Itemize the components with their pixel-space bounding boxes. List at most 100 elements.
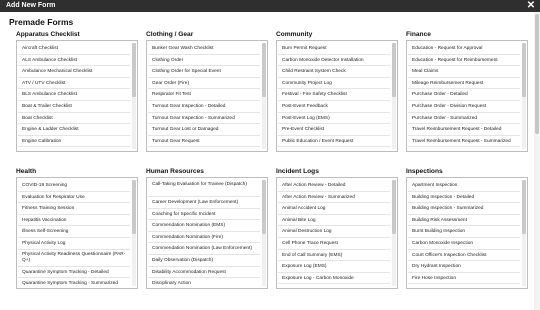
form-list-item[interactable]: Purchase Order - Division Request	[408, 101, 520, 113]
form-list-item[interactable]: Respirator Fit Test	[148, 89, 260, 101]
form-list-item[interactable]: Building Risk Assessment	[408, 215, 520, 227]
form-list-item[interactable]: Post-Event Feedback	[278, 101, 390, 113]
form-list-item[interactable]: Engine Calibration	[18, 136, 130, 148]
form-list-item[interactable]: ATV / UTV Checklist	[18, 78, 130, 90]
form-list-item[interactable]: Ambulance Mechanical Checklist	[18, 66, 130, 78]
form-list-item[interactable]: Animal Destruction Log	[278, 226, 390, 238]
form-list-item[interactable]: Daily Observation (Dispatch)	[148, 255, 260, 267]
form-list-item[interactable]: Clothing Order	[148, 55, 260, 67]
form-list-item[interactable]: Public Education / Event Request	[278, 136, 390, 148]
form-list-item[interactable]: Fitness Training Session	[18, 203, 130, 215]
form-list-item[interactable]: End of Call Summary (EMS)	[278, 250, 390, 262]
form-list-item[interactable]: Travel Reimbursement Request - Summarize…	[408, 136, 520, 148]
form-list-item[interactable]: Clothing Order for Special Event	[148, 66, 260, 78]
form-list-item[interactable]: Engine & Ladder Checklist	[18, 124, 130, 136]
form-list-item[interactable]: Hepatitis Vaccination	[18, 215, 130, 227]
form-list-item[interactable]: Dry Hydrant Inspection	[408, 261, 520, 273]
form-list-item[interactable]: Quarantine Symptom Tracking - Summarized	[18, 278, 130, 288]
form-list-item[interactable]: Education - Request for Reimbursement	[408, 55, 520, 67]
form-list-item[interactable]: Commendation Nomination (Law Enforcement…	[148, 243, 260, 255]
form-list-item[interactable]: Coaching for Specific Incident	[148, 209, 260, 221]
form-list-item[interactable]: Boat & Trailer Checklist	[18, 101, 130, 113]
category-title: Incident Logs	[276, 168, 319, 175]
form-list-item[interactable]: COVID-19 Screening	[18, 180, 130, 192]
form-list-item[interactable]: Animal Bite Log	[278, 215, 390, 227]
form-list-item[interactable]: Apartment Inspection	[408, 180, 520, 192]
form-listbox[interactable]: Bunker Gear Wash Checklist Clothing Order…	[146, 40, 268, 152]
listbox-scrollbar[interactable]	[392, 180, 396, 286]
form-list-item[interactable]: Meal Claims	[408, 66, 520, 78]
form-list-item[interactable]: Aircraft Checklist	[18, 43, 130, 55]
category-title: Community	[276, 31, 313, 38]
form-list-item[interactable]: Building Inspection - Detailed	[408, 192, 520, 204]
form-list-item[interactable]: Turnout Gear Lost or Damaged	[148, 124, 260, 136]
listbox-scrollbar[interactable]	[262, 43, 266, 149]
form-list-item[interactable]: Festival - Fire Safety Checklist	[278, 89, 390, 101]
form-list-item[interactable]: Community Project Log	[278, 78, 390, 90]
form-listbox[interactable]: Apartment Inspection Building Inspection …	[406, 177, 528, 289]
form-list-item[interactable]: Animal Accident Log	[278, 203, 390, 215]
page-scrollbar[interactable]	[534, 12, 540, 310]
form-list-item[interactable]: Carbon Monoxide Detector Installation	[278, 55, 390, 67]
form-listbox[interactable]: Burn Permit Request Carbon Monoxide Detec…	[276, 40, 398, 152]
form-listbox[interactable]: Aircraft Checklist ALS Ambulance Checklis…	[16, 40, 138, 152]
form-list-item[interactable]: Education - Request for Approval	[408, 43, 520, 55]
form-list-item[interactable]: Career Development (Law Enforcement)	[148, 197, 260, 209]
category-title: Inspections	[406, 168, 443, 175]
page-scrollbar-thumb[interactable]	[535, 14, 539, 134]
form-list-item[interactable]: Disciplinary Action	[148, 278, 260, 288]
form-list-item[interactable]: Pre-Event Checklist	[278, 124, 390, 136]
form-list-item[interactable]: Physical Activity Readiness Questionnair…	[18, 250, 130, 267]
form-list-item[interactable]: Child Restraint System Check	[278, 66, 390, 78]
form-list-item[interactable]: Commendation Nomination (Fire)	[148, 232, 260, 244]
form-category-section: Apparatus Checklist Aircraft Checklist ALS…	[16, 30, 138, 152]
form-list-item[interactable]: Travel Reimbursement Request - Detailed	[408, 124, 520, 136]
form-list-item[interactable]: Exposure Log (EMS)	[278, 261, 390, 273]
form-list-item[interactable]: Turnout Gear Inspection - Summarized	[148, 113, 260, 125]
listbox-scrollbar[interactable]	[522, 43, 526, 149]
form-list-item[interactable]: After Action Review - Summarized	[278, 192, 390, 204]
form-list-item[interactable]: Post-Event Log (EMS)	[278, 113, 390, 125]
form-list-item[interactable]: BLS Ambulance Checklist	[18, 89, 130, 101]
form-list-item[interactable]: Exposure Log - Carbon Monoxide	[278, 273, 390, 285]
form-list-item[interactable]: Mileage Reimbursement Request	[408, 78, 520, 90]
form-list-item[interactable]: Disability Accommodation Request	[148, 267, 260, 279]
form-list-item[interactable]: Carbon Monoxide Inspection	[408, 238, 520, 250]
form-list-item[interactable]: Boat Checklist	[18, 113, 130, 125]
listbox-scrollbar[interactable]	[262, 180, 266, 286]
form-listbox[interactable]: Call-Taking Evaluation for Trainee (Disp…	[146, 177, 268, 289]
form-list-item[interactable]: Purchase Order - Summarized	[408, 113, 520, 125]
form-list-item[interactable]: Turnout Gear Inspection - Detailed	[148, 101, 260, 113]
listbox-scrollbar[interactable]	[522, 180, 526, 286]
form-list-item[interactable]: ALS Ambulance Checklist	[18, 55, 130, 67]
form-list-item[interactable]: Evaluation for Respirator Use	[18, 192, 130, 204]
form-list-item[interactable]: Physical Activity Log	[18, 238, 130, 250]
form-list-item[interactable]: Fire Hose Inspection	[408, 273, 520, 285]
form-category-section: Incident Logs After Action Review - Detai…	[276, 167, 398, 289]
form-list-item[interactable]: Gear Order (Fire)	[148, 78, 260, 90]
form-list-item[interactable]: Burn Permit Request	[278, 43, 390, 55]
form-category-section: Community Burn Permit Request Carbon Monox…	[276, 30, 398, 152]
form-listbox[interactable]: Education - Request for Approval Educatio…	[406, 40, 528, 152]
category-title: Health	[16, 168, 37, 175]
form-list-item[interactable]: Court Officer's Inspection Checklist	[408, 250, 520, 262]
form-list-item[interactable]: Building Inspection - Summarized	[408, 203, 520, 215]
form-list-item[interactable]: Illness Self-Screening	[18, 226, 130, 238]
form-list-item[interactable]: Burnt Building Inspection	[408, 226, 520, 238]
form-list-item[interactable]: Bunker Gear Wash Checklist	[148, 43, 260, 55]
form-list-item[interactable]: Turnout Gear Request	[148, 136, 260, 148]
title-bar: Add New Form ✕	[0, 0, 540, 12]
form-list-item[interactable]: Call-Taking Evaluation for Trainee (Disp…	[148, 180, 260, 197]
form-listbox[interactable]: COVID-19 Screening Evaluation for Respira…	[16, 177, 138, 289]
listbox-scrollbar[interactable]	[132, 180, 136, 286]
listbox-scrollbar[interactable]	[392, 43, 396, 149]
form-list-item[interactable]: After Action Review - Detailed	[278, 180, 390, 192]
form-list-item[interactable]: Cell Phone Trace Request	[278, 238, 390, 250]
listbox-scrollbar[interactable]	[132, 43, 136, 149]
form-list-item[interactable]: Commendation Nomination (EMS)	[148, 220, 260, 232]
form-listbox[interactable]: After Action Review - Detailed After Acti…	[276, 177, 398, 289]
form-list-item[interactable]: Quarantine Symptom Tracking - Detailed	[18, 267, 130, 279]
form-list-item[interactable]: Purchase Order - Detailed	[408, 89, 520, 101]
close-icon[interactable]: ✕	[526, 0, 536, 12]
form-category-section: Inspections Apartment Inspection Building …	[406, 167, 528, 289]
